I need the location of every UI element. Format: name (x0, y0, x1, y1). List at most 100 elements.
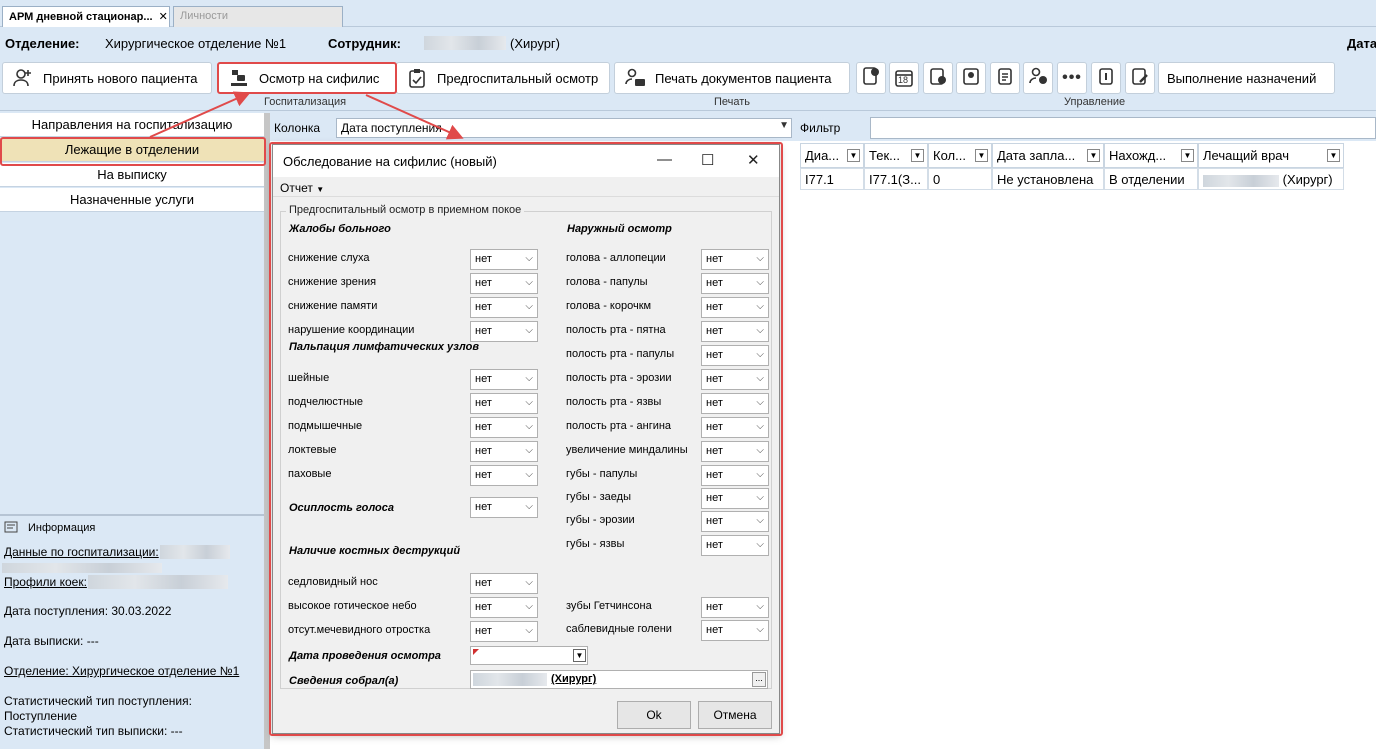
thermometer-doc-button[interactable] (1091, 62, 1121, 94)
exam-field-select[interactable]: нет ⌵ (470, 393, 538, 414)
stat-admit-label: Статистический тип поступления: (4, 694, 192, 708)
column-header-current[interactable]: Тек... ▼ (864, 143, 928, 168)
select-value: нет (706, 397, 723, 409)
department-link[interactable]: Отделение: Хирургическое отделение №1 (4, 664, 239, 678)
edit-doc-button[interactable] (1125, 62, 1155, 94)
select-value: нет (706, 349, 723, 361)
assignments-button[interactable]: Выполнение назначений (1158, 62, 1335, 94)
table-cell-doctor[interactable]: (Хирург) (1198, 168, 1344, 190)
maximize-icon[interactable]: ☐ (701, 151, 714, 169)
chevron-down-icon: ⌵ (756, 349, 764, 360)
nav-item-services[interactable]: Назначенные услуги (0, 188, 264, 212)
nav-item-referrals[interactable]: Направления на госпитализацию (0, 113, 264, 137)
exam-date-input[interactable]: ▼ (470, 646, 588, 665)
exam-field-select[interactable]: нет ⌵ (701, 465, 769, 486)
header-bar: Отделение: Хирургическое отделение №1 Со… (0, 27, 1376, 59)
chevron-down-icon: ⌵ (525, 469, 533, 480)
filter-dropdown-icon[interactable]: ▼ (1087, 149, 1100, 162)
minimize-icon[interactable]: — (657, 151, 672, 168)
exam-field-select[interactable]: нет ⌵ (701, 321, 769, 342)
table-cell[interactable]: I77.1(З... (864, 168, 928, 190)
close-icon[interactable]: ✕ (747, 151, 760, 169)
med-download-button[interactable] (923, 62, 953, 94)
doctor-role: (Хирург) (1282, 172, 1333, 187)
calendar-button[interactable]: 18 (889, 62, 919, 94)
tab-arm[interactable]: АРМ дневной стационар... ✕ (2, 6, 170, 27)
select-value: нет (475, 325, 492, 337)
column-header-location[interactable]: Нахожд... ▼ (1104, 143, 1198, 168)
report-menu[interactable]: Отчет ▼ (280, 181, 324, 195)
hospital-doc-button[interactable] (856, 62, 886, 94)
exam-field-select[interactable]: нет ⌵ (470, 297, 538, 318)
exam-field-select[interactable]: нет ⌵ (470, 597, 538, 618)
exam-field-select[interactable]: нет ⌵ (701, 297, 769, 318)
badge-button[interactable] (956, 62, 986, 94)
column-select[interactable]: Дата поступления ▼ (336, 118, 792, 138)
nav-item-label: На выписку (97, 167, 167, 182)
tab-persons[interactable]: Личности (173, 6, 343, 27)
hosp-data-redacted (160, 544, 230, 559)
more-button[interactable]: ••• (1057, 62, 1087, 94)
exam-field-select[interactable]: нет ⌵ (470, 621, 538, 642)
column-header-doctor[interactable]: Лечащий врач ▼ (1198, 143, 1344, 168)
exam-field-select[interactable]: нет ⌵ (470, 573, 538, 594)
exam-field-label: снижение слуха (288, 252, 370, 264)
filter-input[interactable] (870, 117, 1376, 139)
date-dropdown-icon[interactable]: ▼ (573, 649, 586, 662)
filter-dropdown-icon[interactable]: ▼ (847, 149, 860, 162)
filter-dropdown-icon[interactable]: ▼ (1327, 149, 1340, 162)
exam-field-select[interactable]: нет ⌵ (470, 417, 538, 438)
nav-item-inpatients[interactable]: Лежащие в отделении (0, 138, 264, 162)
filter-dropdown-icon[interactable]: ▼ (975, 149, 988, 162)
document-arrow-icon (861, 66, 881, 91)
syphilis-exam-button[interactable]: Осмотр на сифилис (218, 62, 396, 94)
exam-field-select[interactable]: нет ⌵ (470, 441, 538, 462)
select-value: нет (706, 301, 723, 313)
hosp-data-link[interactable]: Данные по госпитализации: (4, 545, 159, 559)
close-icon[interactable]: ✕ (159, 11, 168, 23)
report-menu-label: Отчет (280, 181, 313, 195)
table-cell[interactable]: В отделении (1104, 168, 1198, 190)
exam-field-select[interactable]: нет ⌵ (701, 488, 769, 509)
chevron-down-icon: ⌵ (756, 325, 764, 336)
voice-select[interactable]: нет ⌵ (470, 497, 538, 518)
exam-field-select[interactable]: нет ⌵ (470, 273, 538, 294)
exam-field-select[interactable]: нет ⌵ (701, 369, 769, 390)
exam-field-select[interactable]: нет ⌵ (701, 249, 769, 270)
column-header-count[interactable]: Кол... ▼ (928, 143, 992, 168)
table-cell[interactable]: Не установлена (992, 168, 1104, 190)
stat-discharge: Статистический тип выписки: --- (4, 724, 183, 738)
exam-field-select[interactable]: нет ⌵ (701, 273, 769, 294)
user-transfer-button[interactable] (1023, 62, 1053, 94)
admit-patient-button[interactable]: Принять нового пациента (2, 62, 212, 94)
column-header-diag[interactable]: Диа... ▼ (800, 143, 864, 168)
column-header-planned-date[interactable]: Дата запла... ▼ (992, 143, 1104, 168)
column-select-value: Дата поступления (341, 121, 442, 135)
ellipsis-button[interactable]: ... (752, 672, 766, 687)
exam-field-select[interactable]: нет ⌵ (701, 417, 769, 438)
nav-item-discharge[interactable]: На выписку (0, 163, 264, 187)
exam-field-select[interactable]: нет ⌵ (701, 535, 769, 556)
exam-field-select[interactable]: нет ⌵ (470, 249, 538, 270)
prehosp-exam-button[interactable]: Предгоспитальный осмотр (396, 62, 610, 94)
list-doc-button[interactable] (990, 62, 1020, 94)
exam-field-select[interactable]: нет ⌵ (701, 511, 769, 532)
exam-field-select[interactable]: нет ⌵ (701, 620, 769, 641)
exam-field-select[interactable]: нет ⌵ (701, 345, 769, 366)
exam-field-select[interactable]: нет ⌵ (701, 597, 769, 618)
table-cell[interactable]: I77.1 (800, 168, 864, 190)
exam-field-select[interactable]: нет ⌵ (470, 369, 538, 390)
exam-field-select[interactable]: нет ⌵ (470, 321, 538, 342)
filter-dropdown-icon[interactable]: ▼ (1181, 149, 1194, 162)
exam-field-select[interactable]: нет ⌵ (701, 441, 769, 462)
collected-input[interactable]: (Хирург) ... (470, 670, 768, 689)
filter-dropdown-icon[interactable]: ▼ (911, 149, 924, 162)
cancel-button[interactable]: Отмена (698, 701, 772, 729)
exam-field-select[interactable]: нет ⌵ (470, 465, 538, 486)
table-cell[interactable]: 0 (928, 168, 992, 190)
ok-button[interactable]: Ok (617, 701, 691, 729)
exam-field-select[interactable]: нет ⌵ (701, 393, 769, 414)
print-docs-button[interactable]: Печать документов пациента (614, 62, 850, 94)
bed-profiles-link[interactable]: Профили коек: (4, 575, 87, 589)
select-value: нет (706, 492, 723, 504)
